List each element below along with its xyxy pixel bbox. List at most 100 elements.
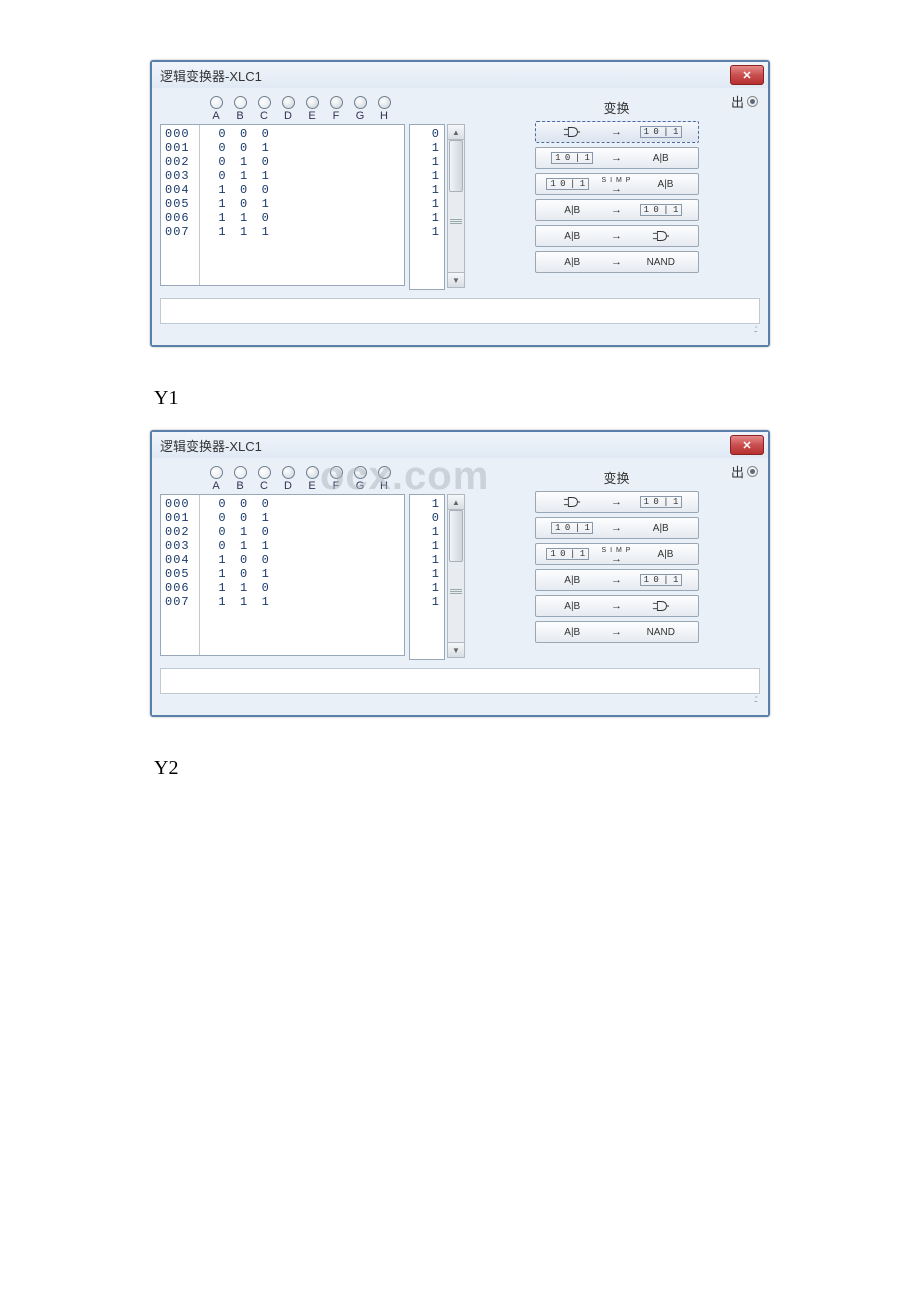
scroll-up-icon[interactable]: ▲: [448, 495, 464, 510]
convert-right-icon: A|B: [639, 179, 691, 190]
output-cell[interactable]: 1: [414, 141, 440, 155]
output-cell[interactable]: 1: [414, 595, 440, 609]
arrow-icon: →: [611, 204, 622, 216]
output-cell[interactable]: 1: [414, 183, 440, 197]
output-cell[interactable]: 1: [414, 155, 440, 169]
scroll-thumb[interactable]: [449, 140, 463, 192]
close-button[interactable]: ✕: [730, 65, 764, 85]
input-row: 1 1 0: [204, 581, 400, 595]
column-header[interactable]: G: [348, 96, 372, 122]
convert-button[interactable]: A|B→1 0 | 1: [535, 199, 699, 221]
column-toggle-icon[interactable]: [378, 96, 391, 109]
index-cell: 002: [165, 525, 195, 539]
column-header[interactable]: C: [252, 96, 276, 122]
column-toggle-icon[interactable]: [306, 96, 319, 109]
convert-button[interactable]: A|B→: [535, 225, 699, 247]
input-row: 1 0 0: [204, 553, 400, 567]
column-header[interactable]: B: [228, 96, 252, 122]
convert-right-icon: NAND: [630, 257, 692, 268]
input-columns: 0 0 0 0 0 1 0 1 0 0 1 1 1 0 0 1 0 1 1 1 …: [200, 125, 404, 285]
scrollbar[interactable]: ▲▼: [447, 124, 465, 288]
column-toggle-icon[interactable]: [282, 466, 295, 479]
output-led-icon: [747, 466, 758, 477]
column-headers: ABCDEFGH: [160, 466, 465, 492]
scroll-track[interactable]: [448, 510, 464, 642]
output-cell[interactable]: 1: [414, 497, 440, 511]
output-column: 10111111: [409, 494, 445, 660]
scrollbar[interactable]: ▲▼: [447, 494, 465, 658]
column-toggle-icon[interactable]: [258, 466, 271, 479]
column-header[interactable]: E: [300, 466, 324, 492]
output-cell[interactable]: 1: [414, 581, 440, 595]
output-cell[interactable]: 1: [414, 169, 440, 183]
column-header[interactable]: D: [276, 466, 300, 492]
input-row: 0 1 0: [204, 525, 400, 539]
output-cell[interactable]: 0: [414, 511, 440, 525]
scroll-up-icon[interactable]: ▲: [448, 125, 464, 140]
column-header[interactable]: A: [204, 466, 228, 492]
output-cell[interactable]: 1: [414, 197, 440, 211]
output-cell[interactable]: 1: [414, 553, 440, 567]
convert-button[interactable]: A|B→NAND: [535, 251, 699, 273]
output-cell[interactable]: 1: [414, 567, 440, 581]
column-toggle-icon[interactable]: [210, 96, 223, 109]
client-area: 出ABCDEFGH000001002003004005006007 0 0 0 …: [152, 458, 768, 715]
column-toggle-icon[interactable]: [258, 96, 271, 109]
column-header[interactable]: B: [228, 466, 252, 492]
input-row: 0 0 0: [204, 497, 400, 511]
convert-button[interactable]: A|B→NAND: [535, 621, 699, 643]
scroll-track[interactable]: [448, 140, 464, 272]
resize-grip-icon[interactable]: .::: [160, 694, 760, 707]
expression-field[interactable]: [160, 668, 760, 694]
column-toggle-icon[interactable]: [330, 466, 343, 479]
convert-left-icon: [542, 126, 604, 138]
index-cell: 003: [165, 169, 195, 183]
convert-button[interactable]: 1 0 | 1→A|B: [535, 147, 699, 169]
convert-left-icon: 1 0 | 1: [542, 178, 594, 190]
output-cell[interactable]: 1: [414, 225, 440, 239]
column-header[interactable]: F: [324, 466, 348, 492]
column-toggle-icon[interactable]: [234, 96, 247, 109]
column-header[interactable]: H: [372, 466, 396, 492]
column-header[interactable]: H: [372, 96, 396, 122]
output-cell[interactable]: 1: [414, 525, 440, 539]
column-toggle-icon[interactable]: [330, 96, 343, 109]
column-toggle-icon[interactable]: [234, 466, 247, 479]
convert-left-icon: A|B: [542, 257, 604, 268]
column-toggle-icon[interactable]: [210, 466, 223, 479]
convert-button[interactable]: 1 0 | 1S I M P→A|B: [535, 543, 699, 565]
input-row: 0 0 1: [204, 141, 400, 155]
logic-converter-window: 逻辑变换器-XLC1✕出ABCDEFGH00000100200300400500…: [150, 430, 770, 717]
convert-button[interactable]: 1 0 | 1→A|B: [535, 517, 699, 539]
resize-grip-icon[interactable]: .::: [160, 324, 760, 337]
output-cell[interactable]: 1: [414, 539, 440, 553]
column-header[interactable]: E: [300, 96, 324, 122]
convert-button[interactable]: A|B→1 0 | 1: [535, 569, 699, 591]
scroll-thumb[interactable]: [449, 510, 463, 562]
convert-button[interactable]: A|B→: [535, 595, 699, 617]
column-toggle-icon[interactable]: [354, 96, 367, 109]
index-cell: 000: [165, 497, 195, 511]
column-toggle-icon[interactable]: [378, 466, 391, 479]
column-toggle-icon[interactable]: [282, 96, 295, 109]
column-header[interactable]: A: [204, 96, 228, 122]
output-cell[interactable]: 0: [414, 127, 440, 141]
scroll-down-icon[interactable]: ▼: [448, 642, 464, 657]
column-header[interactable]: G: [348, 466, 372, 492]
output-column: 01111111: [409, 124, 445, 290]
column-toggle-icon[interactable]: [354, 466, 367, 479]
column-header[interactable]: C: [252, 466, 276, 492]
convert-left-icon: A|B: [542, 601, 604, 612]
column-header[interactable]: F: [324, 96, 348, 122]
convert-right-icon: A|B: [639, 549, 691, 560]
column-toggle-icon[interactable]: [306, 466, 319, 479]
convert-button[interactable]: →1 0 | 1: [535, 491, 699, 513]
close-button[interactable]: ✕: [730, 435, 764, 455]
index-cell: 005: [165, 567, 195, 581]
convert-button[interactable]: 1 0 | 1S I M P→A|B: [535, 173, 699, 195]
scroll-down-icon[interactable]: ▼: [448, 272, 464, 287]
output-cell[interactable]: 1: [414, 211, 440, 225]
convert-button[interactable]: →1 0 | 1: [535, 121, 699, 143]
expression-field[interactable]: [160, 298, 760, 324]
column-header[interactable]: D: [276, 96, 300, 122]
